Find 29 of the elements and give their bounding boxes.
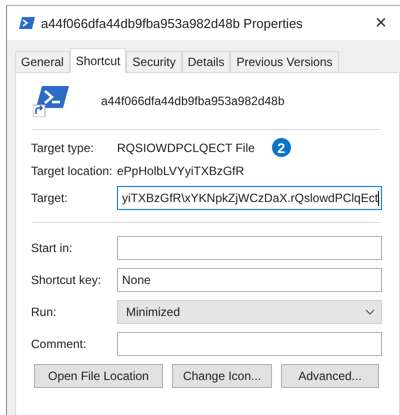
text-field[interactable] <box>117 332 382 356</box>
tab[interactable]: Previous Versions <box>230 51 338 72</box>
field-label: Shortcut key: <box>31 273 102 287</box>
field-label: Run: <box>31 305 58 319</box>
field-label: Start in: <box>31 241 74 255</box>
info-value: ePpHolbLVYyiTXBzGfR <box>117 164 244 178</box>
close-icon[interactable]: × <box>362 12 400 34</box>
info-value: RQSIOWDPCLQECT File <box>117 140 255 154</box>
chevron-icon <box>365 309 375 315</box>
info-label: Target location: <box>31 164 114 178</box>
field-label: Comment: <box>31 337 88 351</box>
file-name: a44f066dfa44db9fba953a982d48b <box>101 94 285 108</box>
dialog-button[interactable]: Open File Location <box>34 364 163 388</box>
text-field[interactable] <box>117 236 382 260</box>
window-title: a44f066dfa44db9fba953a982d48b Properties <box>41 16 304 30</box>
tab[interactable]: Details <box>182 51 230 72</box>
tab[interactable]: Security <box>126 51 182 72</box>
field-label: Target: <box>31 191 69 205</box>
dialog-button[interactable]: Change Icon... <box>172 364 272 388</box>
text-field[interactable]: None <box>117 268 382 292</box>
number-badge: 2 <box>272 138 291 157</box>
info-label: Target type: <box>31 140 95 154</box>
shortcut-file-icon <box>33 85 69 117</box>
powershell-icon <box>19 15 35 31</box>
text-field[interactable]: yiTXBzGfR\xYKNpkZjWCzDaX.rQslowdPClqEct <box>117 186 382 210</box>
tab[interactable]: General <box>15 51 70 72</box>
tab[interactable]: Shortcut <box>70 48 126 73</box>
run-dropdown[interactable]: Minimized <box>117 300 382 324</box>
dialog-button[interactable]: Advanced... <box>281 364 379 388</box>
